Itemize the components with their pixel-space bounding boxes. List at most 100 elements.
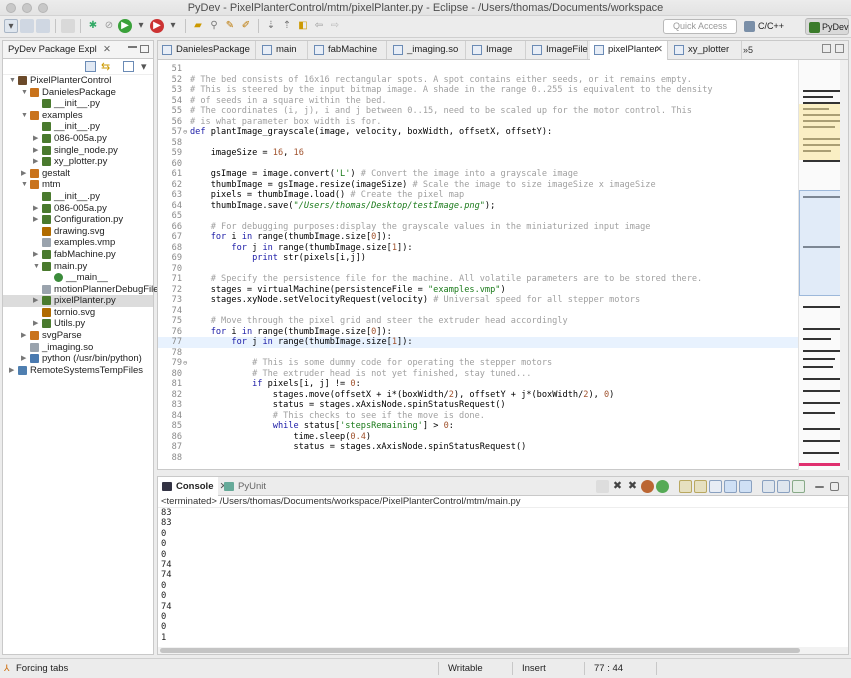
code-line[interactable]: 57 ⊖ def plantImage_grayscale(image, veloc… — [158, 127, 798, 138]
terminate-icon[interactable] — [596, 480, 609, 493]
code-line[interactable]: 84 # This checks to see if the move is d… — [158, 411, 798, 422]
code-line[interactable]: 82 stages.move(offsetX + i*(boxWidth/2),… — [158, 390, 798, 401]
ruler-mark[interactable] — [803, 402, 843, 404]
editor-tab[interactable]: xy_plotter — [670, 41, 742, 59]
fold-icon[interactable]: ⊖ — [183, 127, 187, 138]
ruler-mark[interactable] — [803, 366, 833, 368]
code-line[interactable]: 76 for i in range(thumbImage.size[0]): — [158, 327, 798, 338]
code-line[interactable]: 79 ⊖ # This is some dummy code for operat… — [158, 358, 798, 369]
package-explorer-tab[interactable]: PyDev Package Expl ✕ — [3, 41, 153, 59]
tab-pyunit[interactable]: PyUnit — [220, 477, 280, 496]
open-console-icon[interactable] — [792, 480, 805, 493]
debug-icon[interactable]: ✱ — [86, 19, 100, 33]
tree-item[interactable]: ▶ xy_plotter.py — [3, 156, 153, 168]
ruler-mark[interactable] — [803, 350, 843, 352]
minimize-console-icon[interactable] — [815, 486, 824, 488]
tree-item[interactable]: ▶ python (/usr/bin/python) — [3, 353, 153, 365]
scroll-lock-icon[interactable] — [694, 480, 707, 493]
collapse-arrow-icon[interactable]: ▶ — [33, 203, 41, 215]
fold-icon[interactable]: ⊖ — [183, 358, 187, 369]
quick-access-input[interactable]: Quick Access — [663, 19, 737, 34]
code-line[interactable]: 66 # For debugging purposes:display the … — [158, 222, 798, 233]
tree-item[interactable]: __init__.py — [3, 121, 153, 133]
code-line[interactable]: 52 # The bed consists of 16x16 rectangula… — [158, 75, 798, 86]
editor-scrollbar[interactable] — [840, 60, 848, 470]
editor-tab[interactable]: pixelPlanter ✕ — [590, 41, 668, 60]
code-line[interactable]: 73 stages.xyNode.setVelocityRequest(velo… — [158, 295, 798, 306]
maximize-view-icon[interactable] — [140, 45, 149, 53]
expand-arrow-icon[interactable]: ▼ — [21, 87, 29, 99]
link-with-editor-icon[interactable]: ⇆ — [101, 60, 110, 73]
code-line[interactable]: 72 stages = virtualMachine(persistenceFi… — [158, 285, 798, 296]
code-line[interactable]: 59 imageSize = 16, 16 — [158, 148, 798, 159]
tree-item[interactable]: ▼ DanielesPackage — [3, 87, 153, 99]
minimize-view-icon[interactable] — [128, 46, 137, 48]
code-line[interactable]: 78 — [158, 348, 798, 359]
maximize-editor-icon[interactable] — [835, 44, 844, 53]
tab-console[interactable]: Console✕ — [158, 477, 227, 496]
show-on-stdout-icon[interactable] — [724, 480, 737, 493]
close-icon[interactable]: ✕ — [103, 41, 111, 58]
ruler-mark[interactable] — [803, 452, 839, 454]
remove-all-icon[interactable]: ✖ — [626, 480, 639, 493]
collapse-arrow-icon[interactable]: ▶ — [9, 365, 17, 377]
collapse-arrow-icon[interactable]: ▶ — [33, 318, 41, 330]
code-line[interactable]: 58 — [158, 138, 798, 149]
tree-item[interactable]: ▶ pixelPlanter.py — [3, 295, 153, 307]
tree-item[interactable]: ▼ examples — [3, 110, 153, 122]
tree-item[interactable]: __init__.py — [3, 98, 153, 110]
expand-arrow-icon[interactable]: ▼ — [9, 75, 17, 87]
annotation-icon[interactable]: ✐ — [239, 19, 253, 33]
collapse-arrow-icon[interactable]: ▶ — [21, 330, 29, 342]
collapse-arrow-icon[interactable]: ▶ — [33, 133, 41, 145]
editor-tab[interactable]: fabMachine — [310, 41, 387, 59]
back-icon[interactable]: ⇦ — [312, 19, 326, 33]
tree-item[interactable]: __main__ — [3, 272, 153, 284]
ruler-mark[interactable] — [803, 428, 841, 430]
external-tools-dropdown-icon[interactable]: ▾ — [166, 19, 180, 33]
ruler-mark[interactable] — [803, 412, 835, 414]
collapse-arrow-icon[interactable]: ▶ — [33, 145, 41, 157]
console-scrollbar[interactable] — [158, 647, 848, 654]
perspective-cc-button[interactable]: C/C++ — [744, 18, 784, 35]
code-line[interactable]: 86 time.sleep(0.4) — [158, 432, 798, 443]
tree-item[interactable]: drawing.svg — [3, 226, 153, 238]
code-line[interactable]: 62 thumbImage = gsImage.resize(imageSize… — [158, 180, 798, 191]
tree-item[interactable]: examples.vmp — [3, 237, 153, 249]
expand-arrow-icon[interactable]: ▼ — [21, 179, 29, 191]
editor-tab[interactable]: _imaging.so — [389, 41, 466, 59]
clear-console-icon[interactable] — [679, 480, 692, 493]
save-icon[interactable] — [20, 19, 34, 33]
next-annotation-icon[interactable]: ⇣ — [264, 19, 278, 33]
forward-icon[interactable]: ⇨ — [328, 19, 342, 33]
perspective-pydev-button[interactable]: PyDev — [805, 18, 849, 35]
tree-item[interactable]: ▶ single_node.py — [3, 145, 153, 157]
tree-item[interactable]: ▶ 086-005a.py — [3, 203, 153, 215]
code-area[interactable]: 51 52 # The bed consists of 16x16 rectangu… — [158, 60, 798, 470]
collapse-arrow-icon[interactable]: ▶ — [33, 214, 41, 226]
prev-annotation-icon[interactable]: ⇡ — [280, 19, 294, 33]
pencil-icon[interactable]: ✎ — [223, 19, 237, 33]
error-mark[interactable] — [799, 463, 841, 466]
overview-ruler[interactable] — [798, 60, 848, 470]
collapse-arrow-icon[interactable]: ▶ — [21, 168, 29, 180]
ruler-mark[interactable] — [803, 328, 841, 330]
debug-console-icon[interactable] — [641, 480, 654, 493]
code-line[interactable]: 63 pixels = thumbImage.load() # Create t… — [158, 190, 798, 201]
collapse-arrow-icon[interactable]: ▶ — [21, 353, 29, 365]
code-line[interactable]: 68 for j in range(thumbImage.size[1]): — [158, 243, 798, 254]
ruler-mark[interactable] — [803, 90, 843, 92]
tree-item[interactable]: ▼ mtm — [3, 179, 153, 191]
open-folder-icon[interactable]: ▰ — [191, 19, 205, 33]
minimize-editor-icon[interactable] — [822, 44, 831, 53]
expand-arrow-icon[interactable]: ▼ — [33, 261, 41, 273]
tree-item[interactable]: ▶ Configuration.py — [3, 214, 153, 226]
tree-item[interactable]: ▶ fabMachine.py — [3, 249, 153, 261]
code-line[interactable]: 56 # is what parameter box width is for. — [158, 117, 798, 128]
code-line[interactable]: 54 # of seeds in a square within the bed. — [158, 96, 798, 107]
console-output[interactable]: 83 83 0 0 0 74 74 0 0 74 0 0 1 — [158, 508, 848, 643]
ruler-mark[interactable] — [803, 378, 843, 380]
code-line[interactable]: 81 if pixels[i, j] != 0: — [158, 379, 798, 390]
tree-item[interactable]: ▼ main.py — [3, 261, 153, 273]
word-wrap-icon[interactable] — [709, 480, 722, 493]
